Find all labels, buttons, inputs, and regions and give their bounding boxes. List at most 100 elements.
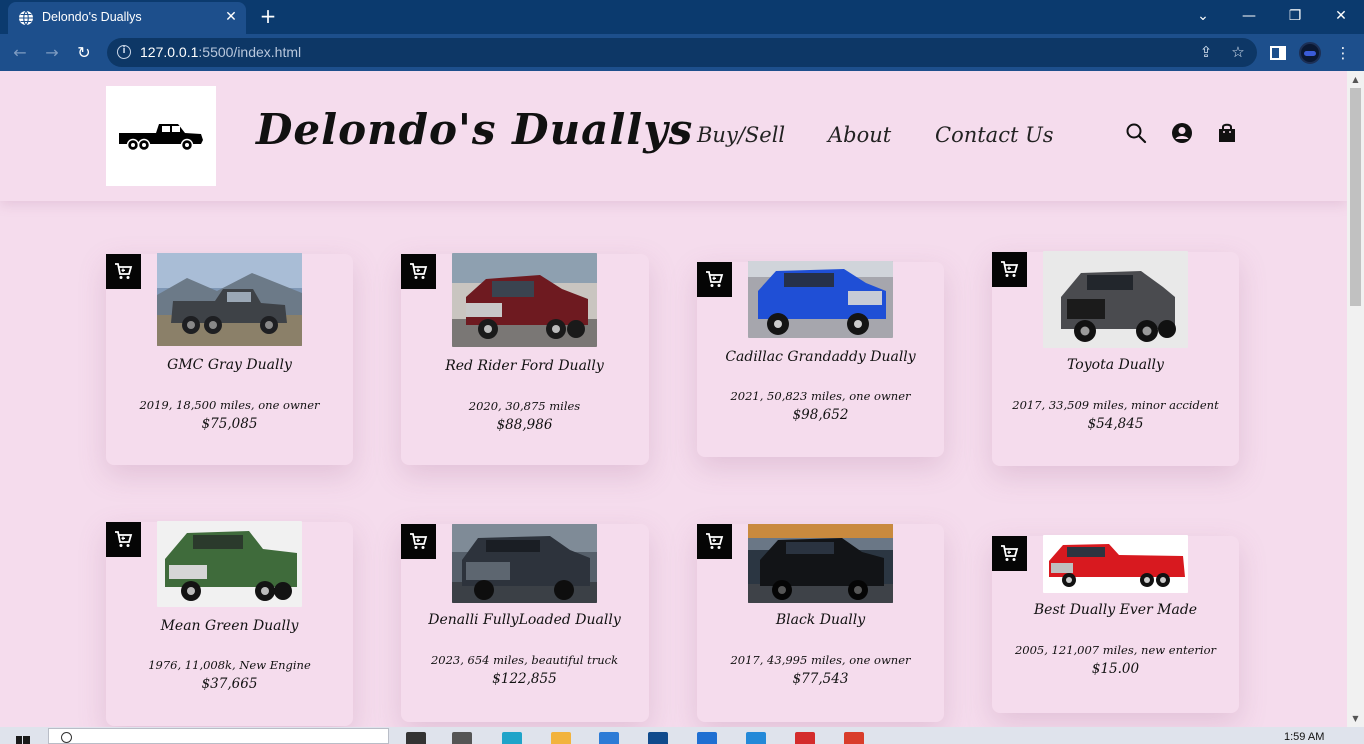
store-icon[interactable] (599, 732, 619, 744)
windows-start-icon[interactable] (16, 734, 30, 744)
car-price: $122,855 (492, 671, 557, 687)
car-description: 2017, 43,995 miles, one owner (730, 653, 911, 667)
globe-favicon-icon (19, 10, 33, 26)
car-card[interactable]: Cadillac Grandaddy Dually 2021, 50,823 m… (697, 261, 944, 457)
cart-icon (115, 531, 133, 547)
car-price: $54,845 (1087, 416, 1144, 432)
site-title: Delondo's Duallys (256, 105, 694, 154)
car-description: 2020, 30,875 miles (468, 399, 581, 413)
widgets-icon[interactable] (452, 732, 472, 744)
add-to-cart-button[interactable] (106, 254, 141, 289)
car-description: 2023, 654 miles, beautiful truck (430, 653, 619, 667)
browser-toolbar: ← → ↻ i 127.0.0.1:5500/index.html ⇪ ☆ ⋮ (0, 34, 1364, 71)
car-description: 2017, 33,509 miles, minor accident (1012, 398, 1219, 412)
car-name: Cadillac Grandaddy Dually (725, 349, 916, 365)
scrollbar-thumb[interactable] (1350, 88, 1361, 306)
taskbar-search-box[interactable] (48, 728, 389, 744)
car-price: $77,543 (792, 671, 849, 687)
car-price: $88,986 (496, 417, 553, 433)
car-price: $15.00 (1091, 661, 1140, 677)
cart-icon (706, 271, 724, 287)
star-icon[interactable]: ☆ (1229, 43, 1247, 61)
car-card[interactable]: Mean Green Dually 1976, 11,008k, New Eng… (106, 521, 353, 726)
car-description: 2005, 121,007 miles, new enterior (1014, 643, 1216, 657)
url-path: :5500/index.html (198, 44, 302, 60)
taskbar-clock[interactable]: 1:59 AM (1284, 731, 1324, 743)
cart-icon (410, 263, 428, 279)
forward-arrow-icon[interactable]: → (41, 42, 63, 64)
tab-close-icon[interactable]: ✕ (223, 9, 239, 25)
green-dually-photo (157, 521, 302, 607)
reload-icon[interactable]: ↻ (73, 42, 95, 64)
car-card[interactable]: Black Dually 2017, 43,995 miles, one own… (697, 524, 944, 722)
shopping-bag-icon[interactable] (1216, 122, 1238, 144)
add-to-cart-button[interactable] (401, 254, 436, 289)
cart-icon (410, 533, 428, 549)
cart-icon (1001, 261, 1019, 277)
minimize-icon[interactable]: — (1237, 6, 1261, 26)
red-ford-dually-photo (452, 253, 597, 347)
nav-about[interactable]: About (828, 123, 891, 147)
vscode-icon[interactable] (746, 732, 766, 744)
address-bar[interactable]: i 127.0.0.1:5500/index.html ⇪ ☆ (107, 38, 1257, 67)
car-card[interactable]: Denalli FullyLoaded Dually 2023, 654 mil… (401, 524, 649, 722)
car-name: Best Dually Ever Made (1033, 602, 1198, 618)
app-icon[interactable] (648, 732, 668, 744)
info-icon[interactable]: i (117, 45, 131, 59)
add-to-cart-button[interactable] (401, 524, 436, 559)
browser-tab[interactable]: Delondo's Duallys ✕ (8, 2, 246, 34)
car-card[interactable]: GMC Gray Dually 2019, 18,500 miles, one … (106, 253, 353, 465)
close-window-icon[interactable]: ✕ (1329, 6, 1353, 26)
tab-search-icon[interactable]: ⌄ (1191, 6, 1215, 26)
back-arrow-icon[interactable]: ← (9, 42, 31, 64)
browser-tab-strip: Delondo's Duallys ✕ + ⌄ — ❐ ✕ (0, 0, 1364, 34)
add-to-cart-button[interactable] (106, 522, 141, 557)
add-to-cart-button[interactable] (697, 524, 732, 559)
windows-taskbar: 1:59 AM (0, 727, 1364, 744)
car-card[interactable]: Toyota Dually 2017, 33,509 miles, minor … (992, 251, 1239, 466)
account-icon[interactable] (1171, 122, 1193, 144)
car-price: $37,665 (201, 676, 258, 692)
nav-buy-sell[interactable]: Buy/Sell (697, 123, 785, 147)
car-name: Black Dually (775, 612, 866, 628)
kebab-menu-icon[interactable]: ⋮ (1333, 43, 1353, 63)
car-card[interactable]: Best Dually Ever Made 2005, 121,007 mile… (992, 535, 1239, 713)
cart-icon (1001, 545, 1019, 561)
profile-avatar[interactable] (1299, 42, 1321, 64)
chrome-icon[interactable] (844, 732, 864, 744)
car-name: GMC Gray Dually (167, 357, 292, 373)
restore-icon[interactable]: ❐ (1283, 6, 1307, 26)
car-description: 1976, 11,008k, New Engine (148, 658, 311, 672)
file-explorer-icon[interactable] (551, 732, 571, 744)
car-card[interactable]: Red Rider Ford Dually 2020, 30,875 miles… (401, 253, 649, 465)
gray-toyota-dually-photo (1043, 251, 1188, 348)
scroll-down-arrow-icon[interactable]: ▼ (1351, 714, 1360, 723)
nav-contact-us[interactable]: Contact Us (935, 123, 1054, 147)
acrobat-icon[interactable] (795, 732, 815, 744)
black-dually-photo (748, 524, 893, 603)
red-dually-photo (1043, 535, 1188, 593)
add-to-cart-button[interactable] (697, 262, 732, 297)
car-name: Mean Green Dually (160, 618, 299, 634)
share-icon[interactable]: ⇪ (1197, 43, 1215, 61)
cart-icon (115, 263, 133, 279)
car-name: Red Rider Ford Dually (445, 358, 604, 374)
mail-icon[interactable] (697, 732, 717, 744)
page-scrollbar[interactable]: ▲ ▼ (1347, 71, 1364, 727)
car-name: Toyota Dually (1067, 357, 1164, 373)
car-price: $98,652 (792, 407, 849, 423)
url-host: 127.0.0.1 (140, 44, 199, 60)
search-icon[interactable] (1125, 122, 1147, 144)
new-tab-button[interactable]: + (258, 6, 278, 26)
task-view-icon[interactable] (406, 732, 426, 744)
car-description: 2021, 50,823 miles, one owner (730, 389, 911, 403)
car-name: Denalli FullyLoaded Dually (428, 612, 621, 628)
pickup-truck-icon (119, 124, 203, 152)
scroll-up-arrow-icon[interactable]: ▲ (1351, 75, 1360, 84)
add-to-cart-button[interactable] (992, 252, 1027, 287)
edge-icon[interactable] (502, 732, 522, 744)
logo[interactable] (106, 86, 216, 186)
add-to-cart-button[interactable] (992, 536, 1027, 571)
search-icon (61, 732, 72, 743)
sidebar-icon[interactable] (1268, 43, 1288, 63)
